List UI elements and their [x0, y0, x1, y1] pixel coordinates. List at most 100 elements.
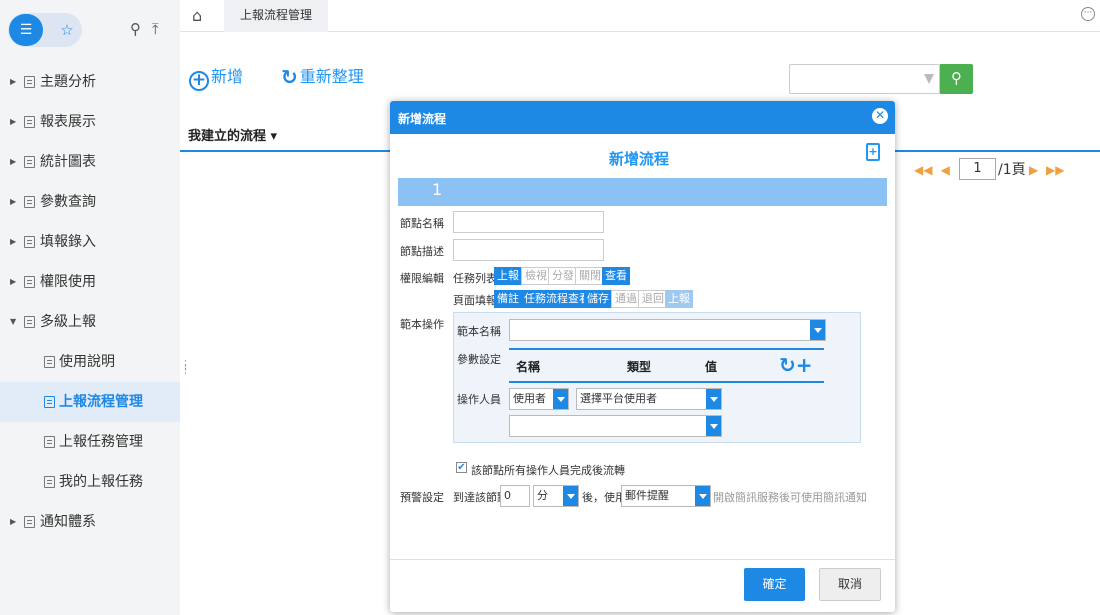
flow-after-all-checkbox[interactable]: ✔ — [456, 462, 467, 473]
chevron-right-icon: ▶ — [10, 77, 17, 86]
task-report-button[interactable]: 上報 — [494, 267, 522, 285]
dropdown-arrow-icon[interactable] — [924, 74, 934, 84]
chevron-down-icon[interactable] — [706, 416, 721, 436]
fill-approve-button[interactable]: 通過 — [611, 290, 641, 308]
tab-bar: ⌂ 上報流程管理 ··· — [180, 0, 1100, 32]
search-icon[interactable]: ⚲ — [130, 20, 141, 38]
node-name-label: 節點名稱 — [400, 217, 444, 230]
dialog-header: 新增流程 ✕ — [390, 101, 895, 134]
refresh-button-label: 重新整理 — [299, 67, 364, 86]
chevron-down-icon[interactable] — [810, 320, 825, 340]
task-list-label: 任務列表 — [453, 272, 497, 285]
param-setting-label: 參數設定 — [457, 353, 501, 366]
add-node-icon[interactable]: + — [866, 143, 880, 161]
sidebar-item-multilevel-report[interactable]: ▼ 多級上報 — [0, 302, 180, 342]
sidebar-item-my-report-tasks[interactable]: 我的上報任務 — [0, 462, 180, 502]
dialog-footer-divider — [390, 559, 895, 560]
refresh-icon: ↻ — [281, 65, 298, 89]
task-view-button[interactable]: 檢視 — [521, 267, 551, 285]
warning-method-select[interactable]: 郵件提醒 — [621, 485, 711, 507]
operator-type-select[interactable]: 使用者 — [509, 388, 569, 410]
task-distribute-button[interactable]: 分發 — [548, 267, 578, 285]
search-input[interactable] — [789, 64, 940, 94]
new-flow-dialog: 新增流程 ✕ 新增流程 + 1 節點名稱 節點描述 權限編輯 任務列表 上報 檢… — [390, 101, 895, 612]
document-icon — [44, 356, 55, 368]
prev-page-icon[interactable]: ◀ — [941, 158, 950, 182]
page-icon — [24, 196, 35, 208]
node-step-bar[interactable]: 1 — [398, 178, 887, 206]
chevron-down-icon[interactable] — [553, 389, 568, 409]
chevron-down-icon[interactable] — [706, 389, 721, 409]
sidebar-menu: ▶ 主題分析 ▶ 報表展示 ▶ 統計圖表 ▶ 參數查詢 ▶ 填報錄入 ▶ 權限使… — [0, 62, 180, 542]
add-param-icon[interactable]: ↻+ — [779, 353, 813, 377]
star-icon[interactable]: ☆ — [52, 13, 82, 47]
sidebar-item-usage-guide[interactable]: 使用說明 — [0, 342, 180, 382]
pager: ◀◀ ◀ 1 /1頁 ▶ ▶▶ — [914, 158, 1064, 182]
search-button[interactable]: ⚲ — [940, 64, 973, 94]
operator-type-value: 使用者 — [513, 392, 546, 405]
last-page-icon[interactable]: ▶▶ — [1046, 158, 1064, 182]
template-name-label: 範本名稱 — [457, 325, 501, 338]
operator-user-select[interactable]: 選擇平台使用者 — [576, 388, 722, 410]
dialog-header-title: 新增流程 — [398, 112, 447, 126]
node-name-input[interactable] — [453, 211, 604, 233]
sidebar-item-statistics-charts[interactable]: ▶ 統計圖表 — [0, 142, 180, 182]
operator-user-value: 選擇平台使用者 — [580, 392, 657, 405]
sidebar-item-notification-system[interactable]: ▶ 通知體系 — [0, 502, 180, 542]
operator-label: 操作人員 — [457, 393, 501, 406]
search-icon: ⚲ — [951, 69, 962, 87]
sidebar-item-report-task-management[interactable]: 上報任務管理 — [0, 422, 180, 462]
sidebar-item-report-display[interactable]: ▶ 報表展示 — [0, 102, 180, 142]
fill-flow-view-button[interactable]: 任務流程查看 — [521, 290, 593, 308]
confirm-button[interactable]: 確定 — [744, 568, 805, 601]
chevron-down-icon[interactable] — [695, 486, 710, 506]
template-name-select[interactable] — [509, 319, 826, 341]
dialog-title: 新增流程 — [608, 150, 669, 168]
sidebar-item-label: 參數查詢 — [40, 194, 96, 210]
warning-unit-select[interactable]: 分 — [533, 485, 579, 507]
sidebar-item-param-query[interactable]: ▶ 參數查詢 — [0, 182, 180, 222]
fill-remark-button[interactable]: 備註 — [494, 290, 522, 308]
sidebar-item-label: 使用說明 — [59, 354, 115, 370]
add-button-label: 新增 — [211, 67, 244, 86]
list-icon[interactable]: ☰ — [9, 14, 43, 46]
close-icon[interactable]: ✕ — [872, 108, 888, 124]
chevron-down-icon[interactable] — [563, 486, 578, 506]
flow-filter-dropdown[interactable]: 我建立的流程 ▾ — [188, 125, 277, 144]
warning-value-input[interactable]: 0 — [500, 485, 530, 507]
first-page-icon[interactable]: ◀◀ — [914, 158, 932, 182]
sidebar-item-theme-analysis[interactable]: ▶ 主題分析 — [0, 62, 180, 102]
document-icon — [44, 476, 55, 488]
sidebar-item-label: 上報流程管理 — [59, 394, 143, 410]
add-button[interactable]: + 新增 — [189, 64, 244, 91]
operator-extra-select[interactable] — [509, 415, 722, 437]
template-panel: 範本名稱 參數設定 名稱 類型 值 ↻+ 操作人員 使用者 選擇平台使用者 — [453, 312, 861, 443]
chevron-right-icon: ▶ — [10, 197, 17, 206]
sidebar-item-report-flow-management[interactable]: 上報流程管理 — [0, 382, 180, 422]
page-icon — [24, 156, 35, 168]
sidebar-item-data-entry[interactable]: ▶ 填報錄入 — [0, 222, 180, 262]
tab-report-flow-management[interactable]: 上報流程管理 — [224, 0, 328, 32]
refresh-button[interactable]: ↻ 重新整理 — [281, 64, 364, 90]
more-icon[interactable]: ··· — [1081, 7, 1095, 21]
fill-report-button[interactable]: 上報 — [665, 290, 693, 308]
cancel-button[interactable]: 取消 — [819, 568, 881, 601]
home-icon[interactable]: ⌂ — [192, 6, 202, 25]
sidebar-item-label: 權限使用 — [40, 274, 96, 290]
fill-save-button[interactable]: 儲存 — [584, 290, 612, 308]
warning-method-value: 郵件提醒 — [625, 489, 669, 502]
page-icon — [24, 116, 35, 128]
page-number-input[interactable]: 1 — [959, 158, 996, 180]
node-desc-input[interactable] — [453, 239, 604, 261]
sidebar-item-permissions[interactable]: ▶ 權限使用 — [0, 262, 180, 302]
param-col-type: 類型 — [627, 360, 652, 374]
warning-mid-text: 後，使用 — [582, 491, 626, 504]
next-page-icon[interactable]: ▶ — [1029, 158, 1038, 182]
pin-icon[interactable]: ⤒ — [152, 20, 159, 38]
task-close-button[interactable]: 關閉 — [575, 267, 605, 285]
fill-return-button[interactable]: 退回 — [638, 290, 668, 308]
sidebar-resize-handle[interactable]: ⋮ ⋮ — [180, 359, 191, 375]
page-icon — [24, 76, 35, 88]
page-fill-buttons: 備註 任務流程查看 儲存 通過 退回 上報 — [494, 290, 794, 308]
task-check-button[interactable]: 查看 — [602, 267, 630, 285]
